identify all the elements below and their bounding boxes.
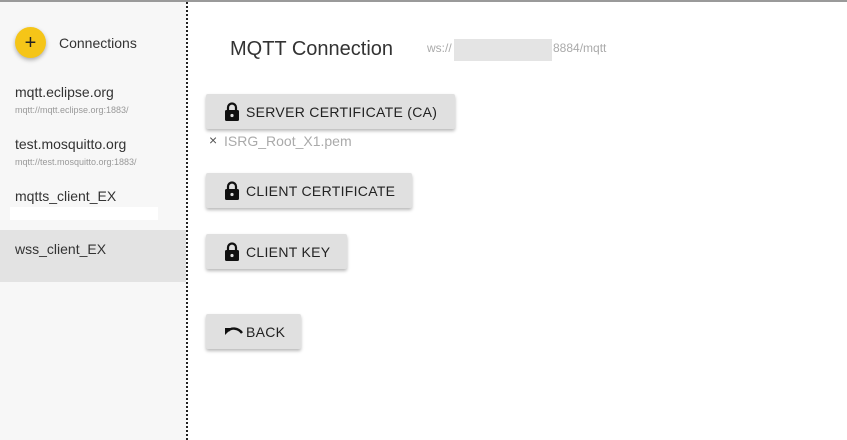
client-key-label: CLIENT KEY	[246, 243, 331, 260]
back-button[interactable]: BACK	[206, 314, 301, 349]
connection-name: test.mosquitto.org	[15, 136, 127, 152]
server-certificate-file: ISRG_Root_X1.pem	[224, 133, 352, 149]
redacted-host	[454, 39, 552, 61]
lock-icon	[224, 241, 244, 262]
connection-item-test-mosquitto[interactable]: test.mosquitto.org mqtt://test.mosquitto…	[0, 125, 186, 177]
back-label: BACK	[246, 323, 286, 340]
server-certificate-button[interactable]: SERVER CERTIFICATE (CA)	[206, 94, 455, 129]
connection-url: mqtt://mqtt.eclipse.org:1883/	[15, 105, 129, 115]
lock-icon	[224, 180, 244, 201]
connection-url: mqtt://test.mosquitto.org:1883/	[15, 157, 137, 167]
connection-item-mqtt-eclipse[interactable]: mqtt.eclipse.org mqtt://mqtt.eclipse.org…	[0, 73, 186, 125]
add-connection-button[interactable]: +	[15, 27, 46, 58]
lock-icon	[224, 101, 244, 122]
sidebar-title: Connections	[59, 35, 137, 51]
websocket-url-prefix: ws://	[427, 41, 452, 55]
websocket-url-suffix: 8884/mqtt	[553, 41, 607, 55]
connection-item-wss-client[interactable]: wss_client_EX	[0, 230, 186, 282]
undo-icon	[224, 322, 244, 342]
client-certificate-button[interactable]: CLIENT CERTIFICATE	[206, 173, 412, 208]
server-certificate-label: SERVER CERTIFICATE (CA)	[246, 103, 438, 120]
close-icon[interactable]: ×	[209, 132, 217, 148]
redacted-url	[10, 207, 158, 220]
plus-icon: +	[24, 31, 37, 54]
sidebar-divider	[186, 2, 188, 440]
connection-name: wss_client_EX	[15, 241, 107, 257]
page-title: MQTT Connection	[230, 38, 394, 60]
connection-name: mqtts_client_EX	[15, 188, 117, 204]
connection-name: mqtt.eclipse.org	[15, 84, 114, 100]
client-certificate-label: CLIENT CERTIFICATE	[246, 182, 396, 199]
connections-sidebar: + Connections mqtt.eclipse.org mqtt://mq…	[0, 2, 186, 440]
connection-item-mqtts-client[interactable]: mqtts_client_EX	[0, 177, 186, 229]
client-key-button[interactable]: CLIENT KEY	[206, 234, 347, 269]
